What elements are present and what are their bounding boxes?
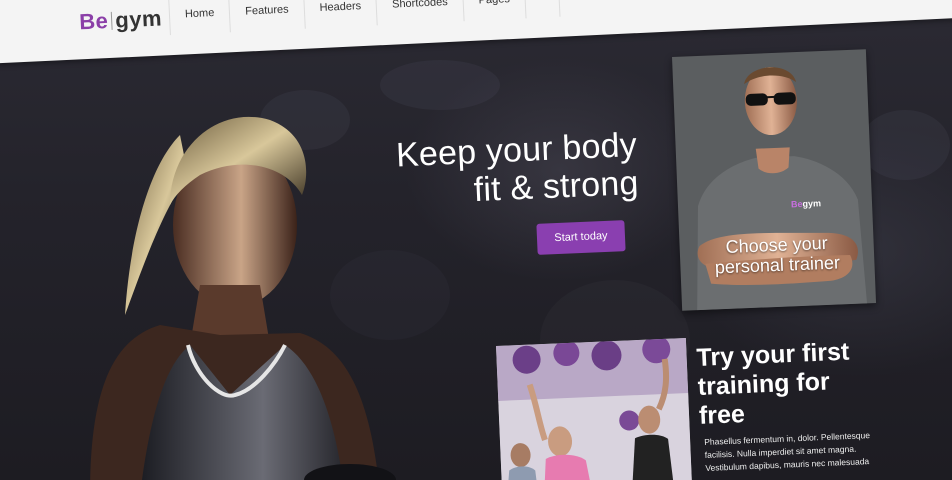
personal-trainer-card[interactable]: Begym Choose your personal trainer xyxy=(672,49,877,311)
promo-title-line2: training for xyxy=(697,367,831,401)
trainer-card-caption: Choose your personal trainer xyxy=(679,231,874,279)
promo-title-line3: free xyxy=(698,400,746,430)
start-today-button[interactable]: Start today xyxy=(536,220,626,255)
main-menu: Home Features Headers Shortcodes Pages xyxy=(168,0,620,36)
fitness-class-photo xyxy=(496,338,693,480)
hero-title: Keep your body fit & strong xyxy=(376,126,639,213)
athlete-photo xyxy=(90,116,396,480)
hero-title-line2: fit & strong xyxy=(472,163,640,210)
logo-be-text: Be xyxy=(78,8,109,35)
logo-divider xyxy=(110,11,113,30)
nav-item-home[interactable]: Home xyxy=(168,0,231,36)
free-training-description: Phasellus fermentum in, dolor. Pellentes… xyxy=(704,428,895,475)
nav-item-headers[interactable]: Headers xyxy=(302,0,378,29)
nav-item-extra-1[interactable] xyxy=(523,0,560,19)
nav-item-extra-2[interactable] xyxy=(557,0,620,17)
free-training-title: Try your first training for free xyxy=(696,336,899,431)
shirt-logo-gym: gym xyxy=(802,198,822,209)
nav-item-shortcodes[interactable]: Shortcodes xyxy=(375,0,464,26)
site-logo[interactable]: Be gym xyxy=(79,6,163,36)
logo-gym-text: gym xyxy=(114,5,163,33)
nav-item-pages[interactable]: Pages xyxy=(461,0,526,22)
nav-item-features[interactable]: Features xyxy=(228,0,305,33)
shirt-logo: Begym xyxy=(791,198,821,209)
shirt-logo-be: Be xyxy=(790,198,803,210)
